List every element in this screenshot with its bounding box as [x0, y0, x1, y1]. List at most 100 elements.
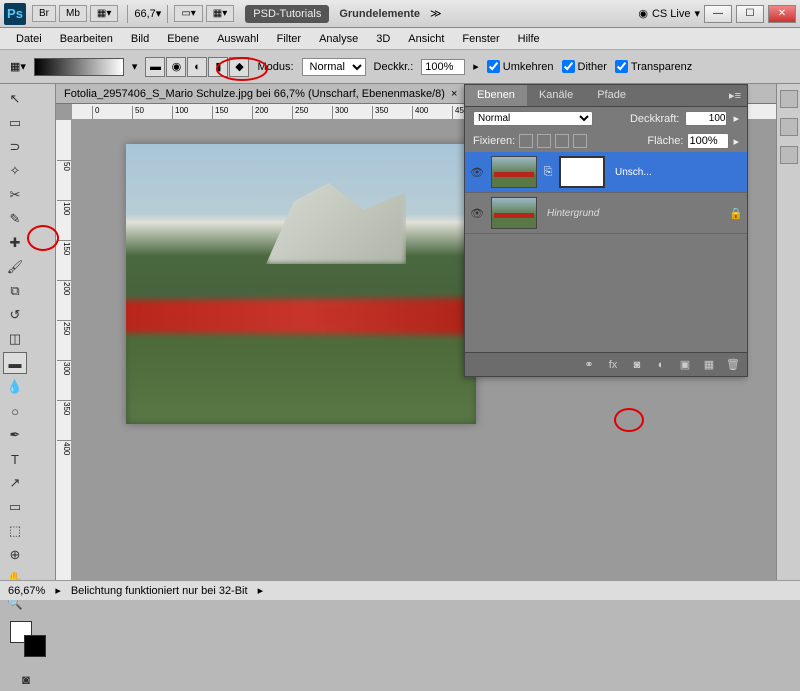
reflected-gradient-button[interactable]: ▮: [208, 57, 228, 77]
ruler-vertical: 50100150200250300350400: [56, 120, 72, 580]
statusbar: 66,67% ▸ Belichtung funktioniert nur bei…: [0, 580, 800, 600]
eyedropper-tool[interactable]: ✎: [3, 208, 27, 230]
mask-link-icon[interactable]: ⎘: [543, 166, 553, 179]
canvas[interactable]: [126, 144, 476, 424]
mode-select[interactable]: Normal: [302, 58, 366, 76]
new-group-icon[interactable]: ▣: [677, 357, 693, 373]
radial-gradient-button[interactable]: ◉: [166, 57, 186, 77]
linear-gradient-button[interactable]: ▬: [145, 57, 165, 77]
maximize-button[interactable]: ☐: [736, 5, 764, 23]
lock-position-icon[interactable]: [555, 134, 569, 148]
transparency-checkbox[interactable]: Transparenz: [615, 60, 692, 73]
menu-bearbeiten[interactable]: Bearbeiten: [52, 31, 121, 47]
menu-auswahl[interactable]: Auswahl: [209, 31, 267, 47]
menu-fenster[interactable]: Fenster: [454, 31, 507, 47]
stamp-tool[interactable]: ⧉: [3, 280, 27, 302]
adjustment-layer-icon[interactable]: ◐: [653, 357, 669, 373]
visibility-icon[interactable]: 👁: [469, 205, 485, 221]
opacity-input[interactable]: [421, 59, 465, 75]
lock-transparency-icon[interactable]: [519, 134, 533, 148]
opacity-label: Deckkraft:: [630, 113, 680, 125]
quickmask-button[interactable]: ◙: [14, 668, 38, 690]
fill-label: Fläche:: [647, 135, 683, 147]
menu-ebene[interactable]: Ebene: [159, 31, 207, 47]
lock-pixels-icon[interactable]: [537, 134, 551, 148]
cslive-button[interactable]: CS Live: [652, 8, 691, 20]
channels-tab[interactable]: Kanäle: [527, 85, 585, 106]
type-tool[interactable]: T: [3, 448, 27, 470]
layer-opacity-input[interactable]: [685, 111, 727, 126]
layers-panel-icon[interactable]: [780, 146, 798, 164]
menu-hilfe[interactable]: Hilfe: [510, 31, 548, 47]
menu-datei[interactable]: Datei: [8, 31, 50, 47]
mask-thumbnail[interactable]: [559, 156, 605, 188]
lock-all-icon[interactable]: [573, 134, 587, 148]
new-layer-icon[interactable]: ▦: [701, 357, 717, 373]
zoom-level[interactable]: 66,7: [134, 8, 155, 20]
gradient-picker[interactable]: [34, 58, 124, 76]
screen-mode-button[interactable]: ▦▾: [90, 5, 118, 22]
move-tool[interactable]: ↖: [3, 88, 27, 110]
panel-menu-icon[interactable]: ▸≡: [723, 85, 747, 106]
angle-gradient-button[interactable]: ◐: [187, 57, 207, 77]
arrange-button[interactable]: ▦▾: [206, 5, 234, 22]
workspace-switcher[interactable]: PSD-Tutorials Grundelemente ≫: [245, 5, 441, 23]
layer-row[interactable]: 👁 Hintergrund 🔒: [465, 193, 747, 234]
menu-bild[interactable]: Bild: [123, 31, 157, 47]
minimize-button[interactable]: —: [704, 5, 732, 23]
shape-tool[interactable]: ▭: [3, 496, 27, 518]
minibridge-button[interactable]: Mb: [59, 5, 87, 22]
menu-analyse[interactable]: Analyse: [311, 31, 366, 47]
toolbox: ↖ ▭ ⊃ ✧ ✂ ✎ ✚ 🖌 ⧉ ↺ ◫ ▬ 💧 ○ ✒ T ↗ ▭ ⬚ ⊕ …: [0, 84, 56, 580]
3d-tool[interactable]: ⬚: [3, 520, 27, 542]
reverse-checkbox[interactable]: Umkehren: [487, 60, 554, 73]
heal-tool[interactable]: ✚: [3, 232, 27, 254]
link-layers-icon[interactable]: ⚭: [581, 357, 597, 373]
fx-icon[interactable]: fx: [605, 357, 621, 373]
tool-preset-picker[interactable]: ▦▾: [10, 60, 26, 73]
eraser-tool[interactable]: ◫: [3, 328, 27, 350]
color-swatches[interactable]: [10, 621, 46, 657]
gradient-type-group: ▬ ◉ ◐ ▮ ◆: [145, 57, 249, 77]
layer-thumbnail[interactable]: [491, 197, 537, 229]
gradient-tool[interactable]: ▬: [3, 352, 27, 374]
adjustments-panel-icon[interactable]: [780, 118, 798, 136]
layer-name[interactable]: Unsch...: [611, 167, 743, 178]
marquee-tool[interactable]: ▭: [3, 112, 27, 134]
3d-camera-tool[interactable]: ⊕: [3, 544, 27, 566]
blend-mode-select[interactable]: Normal: [473, 111, 593, 126]
layer-thumbnail[interactable]: [491, 156, 537, 188]
lock-icon: 🔒: [729, 207, 743, 220]
history-brush-tool[interactable]: ↺: [3, 304, 27, 326]
collapsed-panels: [776, 84, 800, 580]
close-tab-icon[interactable]: ×: [451, 88, 457, 100]
lasso-tool[interactable]: ⊃: [3, 136, 27, 158]
layers-tab[interactable]: Ebenen: [465, 85, 527, 106]
blur-tool[interactable]: 💧: [3, 376, 27, 398]
layers-panel: Ebenen Kanäle Pfade ▸≡ Normal Deckkraft:…: [464, 84, 748, 377]
layer-row[interactable]: 👁 ⎘ Unsch...: [465, 152, 747, 193]
menu-3d[interactable]: 3D: [368, 31, 398, 47]
fill-input[interactable]: [687, 133, 729, 149]
layer-name[interactable]: Hintergrund: [543, 208, 723, 219]
path-select-tool[interactable]: ↗: [3, 472, 27, 494]
delete-layer-icon[interactable]: 🗑: [725, 357, 741, 373]
paths-tab[interactable]: Pfade: [585, 85, 638, 106]
crop-tool[interactable]: ✂: [3, 184, 27, 206]
status-zoom[interactable]: 66,67%: [8, 585, 45, 597]
menu-filter[interactable]: Filter: [269, 31, 309, 47]
pen-tool[interactable]: ✒: [3, 424, 27, 446]
brush-tool[interactable]: 🖌: [3, 256, 27, 278]
add-mask-icon[interactable]: ◙: [629, 357, 645, 373]
visibility-icon[interactable]: 👁: [469, 164, 485, 180]
view-extras-button[interactable]: ▭▾: [174, 5, 202, 22]
color-panel-icon[interactable]: [780, 90, 798, 108]
bridge-button[interactable]: Br: [32, 5, 56, 22]
dodge-tool[interactable]: ○: [3, 400, 27, 422]
diamond-gradient-button[interactable]: ◆: [229, 57, 249, 77]
close-button[interactable]: ✕: [768, 5, 796, 23]
menu-ansicht[interactable]: Ansicht: [400, 31, 452, 47]
wand-tool[interactable]: ✧: [3, 160, 27, 182]
menubar: Datei Bearbeiten Bild Ebene Auswahl Filt…: [0, 28, 800, 50]
dither-checkbox[interactable]: Dither: [562, 60, 607, 73]
